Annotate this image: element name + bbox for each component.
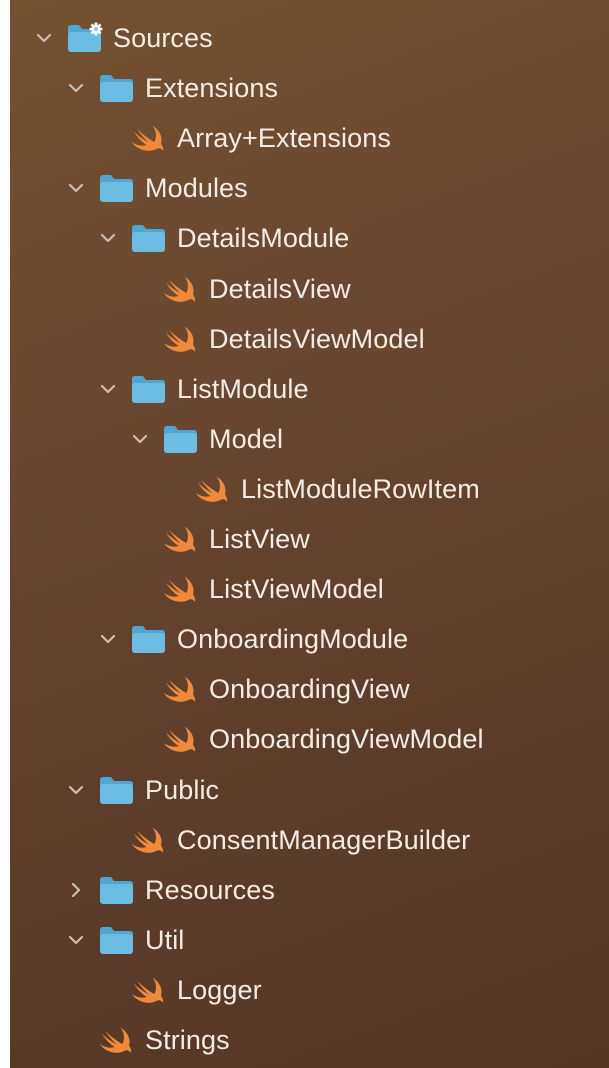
tree-row-public[interactable]: Public <box>10 765 609 815</box>
swift-icon <box>129 973 169 1007</box>
tree-row-details-module[interactable]: DetailsModule <box>10 213 609 263</box>
tree-item-label: OnboardingView <box>209 674 410 705</box>
tree-row-list-view-model[interactable]: ListViewModel <box>10 564 609 614</box>
tree-item-label: Strings <box>145 1025 230 1055</box>
tree-row-array-extensions[interactable]: Array+Extensions <box>10 113 609 163</box>
chevron-down-icon[interactable] <box>96 377 120 401</box>
swift-icon <box>129 121 169 155</box>
tree-item-label: Util <box>145 924 185 955</box>
tree-row-onboarding-view[interactable]: OnboardingView <box>10 664 609 714</box>
tree-row-logger[interactable]: Logger <box>10 965 609 1015</box>
tree-item-label: Logger <box>177 974 262 1005</box>
folder-icon <box>97 171 137 205</box>
chevron-down-icon[interactable] <box>64 778 88 802</box>
tree-row-list-view[interactable]: ListView <box>10 514 609 564</box>
tree-row-onboarding-module[interactable]: OnboardingModule <box>10 614 609 664</box>
tree-row-details-view[interactable]: DetailsView <box>10 264 609 314</box>
tree-row-util[interactable]: Util <box>10 915 609 965</box>
tree-row-consent-manager-builder[interactable]: ConsentManagerBuilder <box>10 815 609 865</box>
swift-icon <box>161 672 201 706</box>
tree-row-sources[interactable]: Sources <box>10 13 609 63</box>
project-navigator: Sources Extensions Array+Extensions Modules… <box>10 0 609 1068</box>
folder-icon <box>97 773 137 807</box>
tree-row-model[interactable]: Model <box>10 414 609 464</box>
tree-item-label: ListModule <box>177 373 309 404</box>
chevron-down-icon[interactable] <box>128 427 152 451</box>
swift-icon <box>129 823 169 857</box>
tree-item-label: Public <box>145 774 220 805</box>
tree-item-label: Sources <box>113 23 213 53</box>
tree-item-label: OnboardingViewModel <box>209 724 484 755</box>
swift-icon <box>97 1023 137 1057</box>
tree-row-onboarding-view-model[interactable]: OnboardingViewModel <box>10 714 609 764</box>
tree-row-modules[interactable]: Modules <box>10 163 609 213</box>
tree-row-resources[interactable]: Resources <box>10 865 609 915</box>
chevron-down-icon[interactable] <box>96 226 120 250</box>
chevron-down-icon[interactable] <box>64 928 88 952</box>
tree-item-label: Extensions <box>145 73 279 104</box>
tree-item-label: Modules <box>145 173 248 204</box>
swift-icon <box>161 572 201 606</box>
tree-row-list-module[interactable]: ListModule <box>10 364 609 414</box>
tree-item-label: ListModuleRowItem <box>241 473 480 504</box>
tree-item-label: DetailsView <box>209 273 351 304</box>
tree-item-label: OnboardingModule <box>177 624 409 655</box>
tree-row-strings[interactable]: Strings <box>10 1015 609 1065</box>
swift-icon <box>161 272 201 306</box>
chevron-right-icon[interactable] <box>64 878 88 902</box>
folder-icon <box>129 221 169 255</box>
tree-row-details-view-model[interactable]: DetailsViewModel <box>10 314 609 364</box>
tree-item-label: DetailsViewModel <box>209 323 425 354</box>
chevron-down-icon[interactable] <box>96 627 120 651</box>
chevron-down-icon[interactable] <box>32 26 56 50</box>
folder-icon <box>97 873 137 907</box>
chevron-down-icon[interactable] <box>64 76 88 100</box>
tree-item-label: ConsentManagerBuilder <box>177 824 471 855</box>
swift-icon <box>161 522 201 556</box>
swift-icon <box>161 322 201 356</box>
tree-row-list-module-row-item[interactable]: ListModuleRowItem <box>10 464 609 514</box>
tree-item-label: ListViewModel <box>209 574 384 605</box>
tree-item-label: Resources <box>145 874 275 905</box>
tree-item-label: ListView <box>209 524 310 554</box>
swift-icon <box>193 472 233 506</box>
chevron-down-icon[interactable] <box>64 176 88 200</box>
folder-icon <box>129 372 169 406</box>
tree-item-label: Model <box>209 423 284 454</box>
folder-icon <box>129 622 169 656</box>
folder-icon <box>161 422 201 456</box>
tree-item-label: DetailsModule <box>177 223 350 254</box>
swift-icon <box>161 722 201 756</box>
tree-item-label: Array+Extensions <box>177 123 391 154</box>
folder-gear-icon <box>65 21 105 55</box>
folder-icon <box>97 923 137 957</box>
folder-icon <box>97 71 137 105</box>
tree-row-extensions[interactable]: Extensions <box>10 63 609 113</box>
